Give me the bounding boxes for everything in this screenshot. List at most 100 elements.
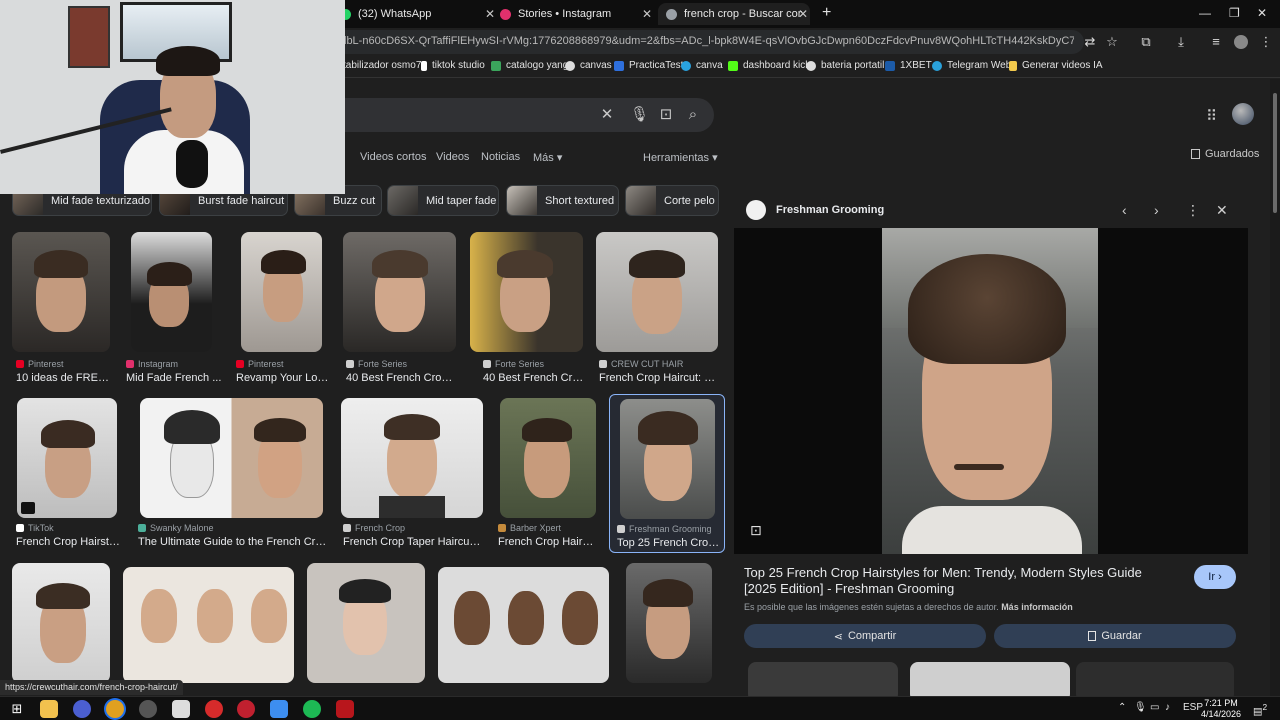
image-result[interactable]: CREW CUT HAIR French Crop Haircut: 18 ..… [596,232,720,384]
bookmark-item[interactable]: tiktok studio [421,60,485,71]
page-scrollbar[interactable] [1270,79,1280,699]
capcut-icon[interactable] [172,700,190,718]
apps-grid-icon[interactable]: ⠿ [1206,107,1217,125]
lens-search-icon[interactable]: ⊡ [750,522,762,539]
result-title[interactable]: French Crop Haircut:... [498,536,598,548]
bookmark-item[interactable]: dashboard kick [728,60,810,71]
menu-kebab-icon[interactable]: ⋮ [1256,32,1276,52]
image-result[interactable]: Barber Xpert French Crop Haircut:... [496,397,600,549]
media-icon[interactable]: ≡ [1206,32,1226,52]
tools-button[interactable]: Herramientas ▾ [643,151,718,164]
related-thumbnail[interactable] [1076,662,1234,699]
previous-icon[interactable]: ‹ [1122,202,1127,218]
image-result-selected[interactable]: Freshman Grooming Top 25 French Crop ... [609,394,725,553]
result-title[interactable]: 40 Best French Crop H... [346,372,458,384]
result-thumbnail[interactable] [12,232,110,352]
scrollbar-thumb[interactable] [1273,93,1277,213]
preview-site-header[interactable]: Freshman Grooming [746,200,884,220]
result-thumbnail[interactable] [341,398,483,518]
volume-icon[interactable]: ♪ [1165,702,1170,713]
bookmark-item[interactable]: tabilizador osmo7 [343,60,421,71]
tab-instagram[interactable]: Stories • Instagram ✕ [500,3,652,25]
image-result[interactable]: Swanky Malone The Ultimate Guide to the … [136,397,332,549]
saved-button[interactable]: Guardados [1191,148,1259,160]
clock[interactable]: 7:21 PM 4/14/2026 [1196,698,1246,720]
chip[interactable]: Short textured [506,185,619,216]
result-title[interactable]: Top 25 French Crop ... [617,537,721,549]
bookmark-item[interactable]: 1XBET [885,60,932,71]
avatar[interactable] [1232,103,1254,125]
clear-icon[interactable]: ✕ [598,106,616,124]
result-thumbnail[interactable] [470,232,583,352]
result-title[interactable]: French Crop Taper Haircut G... [343,536,483,548]
result-thumbnail[interactable] [596,232,718,352]
extensions-icon[interactable]: ⧉ [1136,32,1156,52]
more-options-icon[interactable]: ⋮ [1186,202,1200,219]
result-thumbnail[interactable] [241,232,322,352]
image-result[interactable]: Forte Series 40 Best French Crop H... [343,232,461,384]
download-icon[interactable]: ⤓ [1171,32,1191,52]
file-explorer-icon[interactable] [40,700,58,718]
tab-noticias[interactable]: Noticias [481,151,520,163]
next-icon[interactable]: › [1154,202,1159,218]
result-title[interactable]: Mid Fade French ... [126,372,222,384]
save-button[interactable]: Guardar [994,624,1236,648]
image-result[interactable]: TikTok French Crop Hairstyl... [12,397,120,549]
related-thumbnail[interactable] [910,662,1070,699]
image-result[interactable]: French Crop French Crop Taper Haircut G.… [341,397,487,549]
chip[interactable]: Mid taper fade [387,185,499,216]
result-title[interactable]: French Crop Hairstyl... [16,536,120,548]
search-icon[interactable]: ⌕ [684,106,702,124]
result-thumbnail[interactable] [140,398,323,518]
bookmark-star-icon[interactable]: ☆ [1102,32,1122,52]
result-thumbnail[interactable] [123,567,294,683]
app-icon[interactable] [270,700,288,718]
bookmark-item[interactable]: bateria portatil [806,60,884,71]
image-result[interactable]: Pinterest Revamp Your Look... [235,232,335,384]
chip[interactable]: Corte pelo [625,185,719,216]
close-icon[interactable]: ✕ [485,7,495,21]
result-thumbnail[interactable] [438,567,609,683]
close-icon[interactable]: ✕ [642,7,652,21]
translate-icon[interactable]: ⇄ [1080,32,1100,52]
lens-icon[interactable]: ⊡ [657,106,675,124]
result-thumbnail[interactable] [620,399,715,519]
result-title[interactable]: French Crop Haircut: 18 ... [599,372,717,384]
result-thumbnail[interactable] [626,563,712,683]
app-icon[interactable] [237,700,255,718]
microphone-icon[interactable]: 🎙 [630,106,649,124]
visit-button[interactable]: Ir › [1194,565,1236,589]
image-result[interactable]: Instagram Mid Fade French ... [125,232,225,384]
bookmark-item[interactable]: Generar videos IA [1009,60,1103,71]
preview-image[interactable] [882,228,1098,554]
network-icon[interactable]: ▭ [1150,702,1159,713]
result-thumbnail[interactable] [343,232,456,352]
address-bar[interactable]: lbL-n60cD6SX-QrTaffiFlEHywSI-rVMg:177620… [334,30,1084,54]
share-button[interactable]: ⋖ Compartir [744,624,986,648]
result-title[interactable]: Revamp Your Look... [236,372,332,384]
chrome-icon[interactable] [106,700,124,718]
app-icon[interactable] [73,700,91,718]
tab-videos-cortos[interactable]: Videos cortos [360,151,426,163]
chevron-up-icon[interactable]: ⌃ [1118,702,1126,713]
app-icon[interactable] [139,700,157,718]
image-result[interactable]: Forte Series 40 Best French Crop H... [470,232,589,384]
app-icon[interactable] [336,700,354,718]
more-info-link[interactable]: Más información [1001,602,1073,612]
bookmark-item[interactable]: canva [681,60,723,71]
tab-google-search[interactable]: french crop - Buscar con Googl ✕ [658,3,810,25]
bookmark-item[interactable]: canvas [565,60,612,71]
related-thumbnail[interactable] [748,662,898,699]
result-thumbnail[interactable] [307,563,425,683]
close-icon[interactable]: ✕ [798,7,808,21]
minimize-icon[interactable]: — [1199,6,1211,20]
profile-icon[interactable] [1231,32,1251,52]
bookmark-item[interactable]: PracticaTest [614,60,683,71]
tab-mas[interactable]: Más ▾ [533,151,562,164]
result-title[interactable]: 10 ideas de FREN... [16,372,112,384]
microphone-icon[interactable]: 🎙 [1134,702,1147,713]
bookmark-item[interactable]: catalogo yang [491,60,568,71]
result-thumbnail[interactable] [131,232,212,352]
bookmark-item[interactable]: Telegram Web [932,60,1011,71]
new-tab-icon[interactable]: + [822,4,831,22]
